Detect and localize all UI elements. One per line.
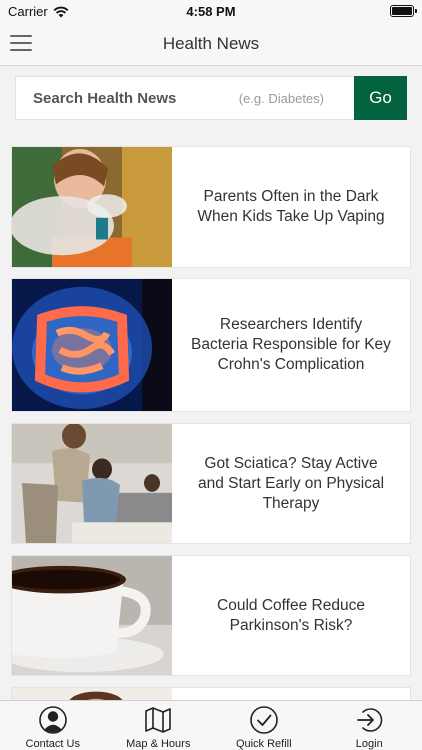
tab-label: Map & Hours — [126, 738, 191, 750]
news-card[interactable]: Parents Often in the Dark When Kids Take… — [11, 146, 411, 268]
vaping-teen-image — [12, 147, 172, 267]
article-title: Parents Often in the Dark When Kids Take… — [197, 188, 385, 225]
nav-bar: Health News — [0, 22, 422, 66]
news-card[interactable]: Researchers Identify Bacteria Responsibl… — [11, 278, 411, 412]
article-title: Got Sciatica? Stay Active and Start Earl… — [197, 454, 385, 512]
tab-login[interactable]: Login — [317, 701, 422, 750]
tab-bar: Contact Us Map & Hours Quick Refill Logi… — [0, 700, 422, 750]
news-card[interactable]: Got Sciatica? Stay Active and Start Earl… — [11, 423, 411, 544]
status-time: 4:58 PM — [186, 4, 236, 19]
intestine-xray-image — [12, 279, 172, 411]
status-bar: Carrier 4:58 PM — [0, 0, 422, 22]
checkmark-icon — [249, 706, 278, 734]
physical-therapy-image — [12, 424, 172, 543]
map-icon — [145, 707, 172, 733]
tab-label: Login — [355, 738, 383, 750]
article-title: Researchers Identify Bacteria Responsibl… — [191, 316, 391, 373]
tab-label: Quick Refill — [235, 738, 292, 750]
tab-label: Contact Us — [25, 738, 80, 750]
login-icon — [357, 708, 383, 732]
page-title: Health News — [162, 34, 260, 53]
battery-icon — [390, 5, 417, 17]
article-title: Could Coffee Reduce Parkinson's Risk? — [217, 596, 365, 634]
person-icon — [38, 706, 67, 734]
go-button[interactable]: Go — [354, 76, 407, 120]
search-input[interactable]: Search Health News — [16, 90, 239, 107]
news-card[interactable]: Could Coffee Reduce Parkinson's Risk? — [11, 555, 411, 676]
tab-contact-us[interactable]: Contact Us — [0, 701, 106, 750]
coffee-cup-image — [12, 556, 172, 675]
tab-quick-refill[interactable]: Quick Refill — [211, 701, 317, 750]
search-bar[interactable]: Search Health News (e.g. Diabetes) Go — [15, 76, 407, 120]
search-hint: (e.g. Diabetes) — [238, 90, 324, 106]
tab-map-hours[interactable]: Map & Hours — [106, 701, 212, 750]
